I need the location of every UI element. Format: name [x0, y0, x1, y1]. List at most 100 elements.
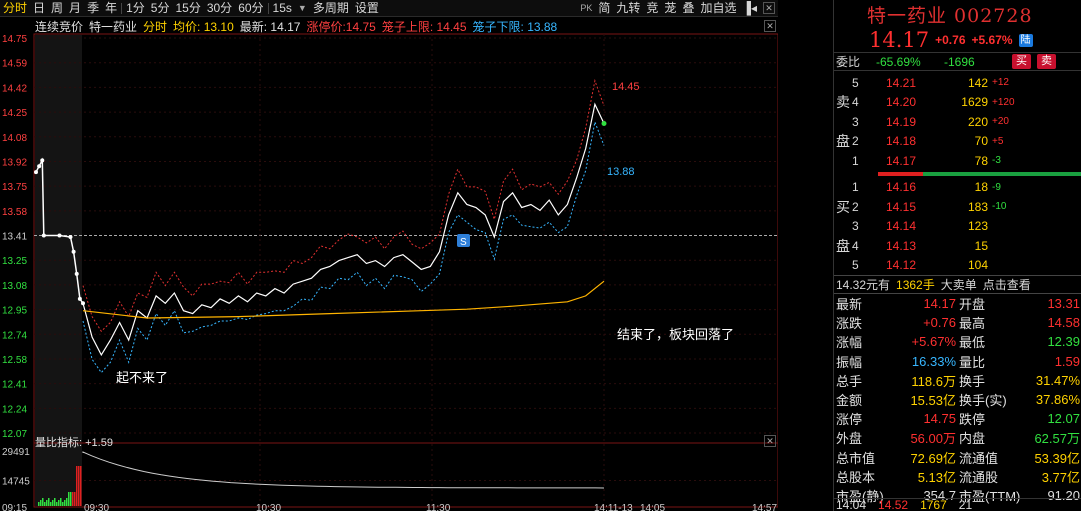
tab-15s[interactable]: 15s	[270, 0, 295, 17]
ask-change: -3	[992, 155, 1001, 167]
stat-label: 外盘	[836, 431, 863, 447]
stat-row: 金额 15.53亿 换手(实) 37.86%	[834, 390, 1081, 409]
tab-multi-period[interactable]: 多周期	[310, 0, 352, 17]
stat-row: 涨停 14.75 跌停 12.07	[834, 409, 1081, 428]
tab-year[interactable]: 年	[102, 0, 120, 17]
bid-row[interactable]: 5 14.12 104	[834, 256, 1081, 276]
cage-lower-band	[82, 120, 605, 374]
volume-bar	[76, 466, 78, 506]
auction-status: 连续竞价	[35, 19, 84, 34]
volume-bar	[68, 492, 70, 506]
tab-60min[interactable]: 60分	[235, 0, 266, 17]
bid-row[interactable]: 买 2 14.15 183 -10	[834, 197, 1081, 217]
tab-month[interactable]: 月	[66, 0, 84, 17]
quote-stats: 最新 14.17 开盘 13.31 涨跌 +0.76 最高 14.58 涨幅 +5.67% 最低 12…	[834, 294, 1081, 505]
bid-ask-ratio-bar	[834, 171, 1081, 178]
ask-row[interactable]: 卖 4 14.20 1629 +120	[834, 93, 1081, 113]
volume-bar	[54, 498, 56, 506]
latest-price-label: 最新: 14.17	[239, 19, 301, 34]
volume-bar	[40, 500, 42, 506]
close-icon[interactable]: ✕	[763, 2, 775, 14]
ask-row[interactable]: 盘 2 14.18 70 +5	[834, 132, 1081, 152]
stat-label: 最高	[959, 316, 986, 332]
tab-day[interactable]: 日	[30, 0, 48, 17]
stat-label: 跌停	[959, 412, 986, 428]
toolbar-divider	[267, 2, 269, 14]
big-order-type: 大卖单	[940, 278, 977, 292]
intraday-chart[interactable]: 14.759.99%14.598.78%14.427.52%14.256.26%…	[0, 17, 778, 511]
bid-level: 4	[852, 238, 859, 253]
big-order-price: 14.32元有	[836, 278, 891, 292]
stat-value: +0.76	[923, 315, 956, 331]
limit-up-label: 涨停价:14.75	[306, 19, 376, 34]
market-badge: 陆	[1018, 33, 1033, 47]
bid-volume: 104	[967, 258, 988, 273]
auction-button[interactable]: 竞	[643, 0, 661, 17]
tab-week[interactable]: 周	[48, 0, 66, 17]
stat-value: 31.47%	[1035, 372, 1080, 388]
auction-point	[71, 249, 76, 254]
last-trade-flag: 21	[958, 498, 973, 511]
simple-button[interactable]: 简	[595, 0, 613, 17]
stat-row: 最新 14.17 开盘 13.31	[834, 294, 1081, 313]
weicha-value: -1696	[944, 54, 975, 69]
tab-1min[interactable]: 1分	[123, 0, 148, 17]
stat-row: 外盘 56.00万 内盘 62.57万	[834, 428, 1081, 447]
collapse-panel-icon[interactable]: ▐◂	[739, 0, 760, 17]
chevron-down-icon[interactable]: ▼	[295, 0, 310, 17]
stat-label: 内盘	[959, 431, 986, 447]
volume-bar	[62, 502, 64, 506]
auction-point	[40, 158, 45, 163]
bid-level: 5	[852, 258, 859, 273]
bid-level: 3	[852, 219, 859, 234]
add-watchlist-button[interactable]: 加自选	[697, 0, 739, 17]
cage-button[interactable]: 茏	[661, 0, 679, 17]
note-left: 起不来了	[116, 371, 168, 386]
indicator-close-icon[interactable]: ✕	[764, 435, 776, 447]
volume-bar	[46, 500, 48, 506]
x-tick-label: 14:05	[640, 503, 665, 511]
big-order-detail-link[interactable]: 点击查看	[983, 276, 1031, 293]
ask-level: 4	[852, 95, 859, 110]
stat-label: 最新	[836, 297, 863, 313]
ask-row[interactable]: 5 14.21 142 +12	[834, 73, 1081, 93]
pk-button[interactable]: PK	[577, 0, 595, 17]
tab-15min[interactable]: 15分	[172, 0, 203, 17]
buy-button[interactable]: 买	[1012, 54, 1031, 69]
ask-change: +5	[992, 135, 1004, 147]
bid-row[interactable]: 3 14.14 123	[834, 217, 1081, 237]
ask-row[interactable]: 3 14.19 220 +20	[834, 112, 1081, 132]
bid-row[interactable]: 盘 4 14.13 15	[834, 236, 1081, 256]
y-tick-label-left: 12.58	[2, 355, 27, 366]
sell-button[interactable]: 卖	[1037, 54, 1056, 69]
tab-quarter[interactable]: 季	[84, 0, 102, 17]
y-tick-label-left: 14.08	[2, 133, 27, 144]
y-tick-label-left: 13.41	[2, 232, 27, 243]
ask-volume: 78	[974, 153, 988, 168]
stat-label: 涨停	[836, 412, 863, 428]
y-tick-label-left: 13.25	[2, 256, 27, 267]
stat-label: 涨幅	[836, 335, 863, 351]
cage-lower-value: 13.88	[607, 166, 635, 178]
tab-intraday[interactable]: 分时	[0, 0, 30, 17]
ask-row[interactable]: 1 14.17 78 -3	[834, 151, 1081, 171]
settings-button[interactable]: 设置	[352, 0, 382, 17]
tab-30min[interactable]: 30分	[204, 0, 235, 17]
price-change: +0.76	[935, 33, 966, 47]
big-order-summary[interactable]: 14.32元有 1362手 大卖单 点击查看	[834, 275, 1081, 294]
weibi-value: -65.69%	[876, 54, 921, 69]
current-price: 14.17	[869, 28, 930, 52]
tab-5min[interactable]: 5分	[148, 0, 173, 17]
nine-turn-button[interactable]: 九转	[613, 0, 643, 17]
volume-ratio-label: 量比指标: +1.59	[35, 437, 113, 449]
x-tick-label: 10:30	[256, 503, 281, 511]
bid-row[interactable]: 1 14.16 18 -9	[834, 178, 1081, 198]
bid-volume: 15	[974, 238, 988, 253]
overlay-button[interactable]: 叠	[679, 0, 697, 17]
ask-change: +12	[992, 77, 1009, 89]
y-tick-label-left: 14.59	[2, 59, 27, 70]
bid-volume: 183	[967, 199, 988, 214]
chart-close-icon[interactable]: ✕	[764, 20, 776, 32]
stat-label: 换手	[959, 373, 986, 389]
weibi-label: 委比	[836, 55, 861, 69]
